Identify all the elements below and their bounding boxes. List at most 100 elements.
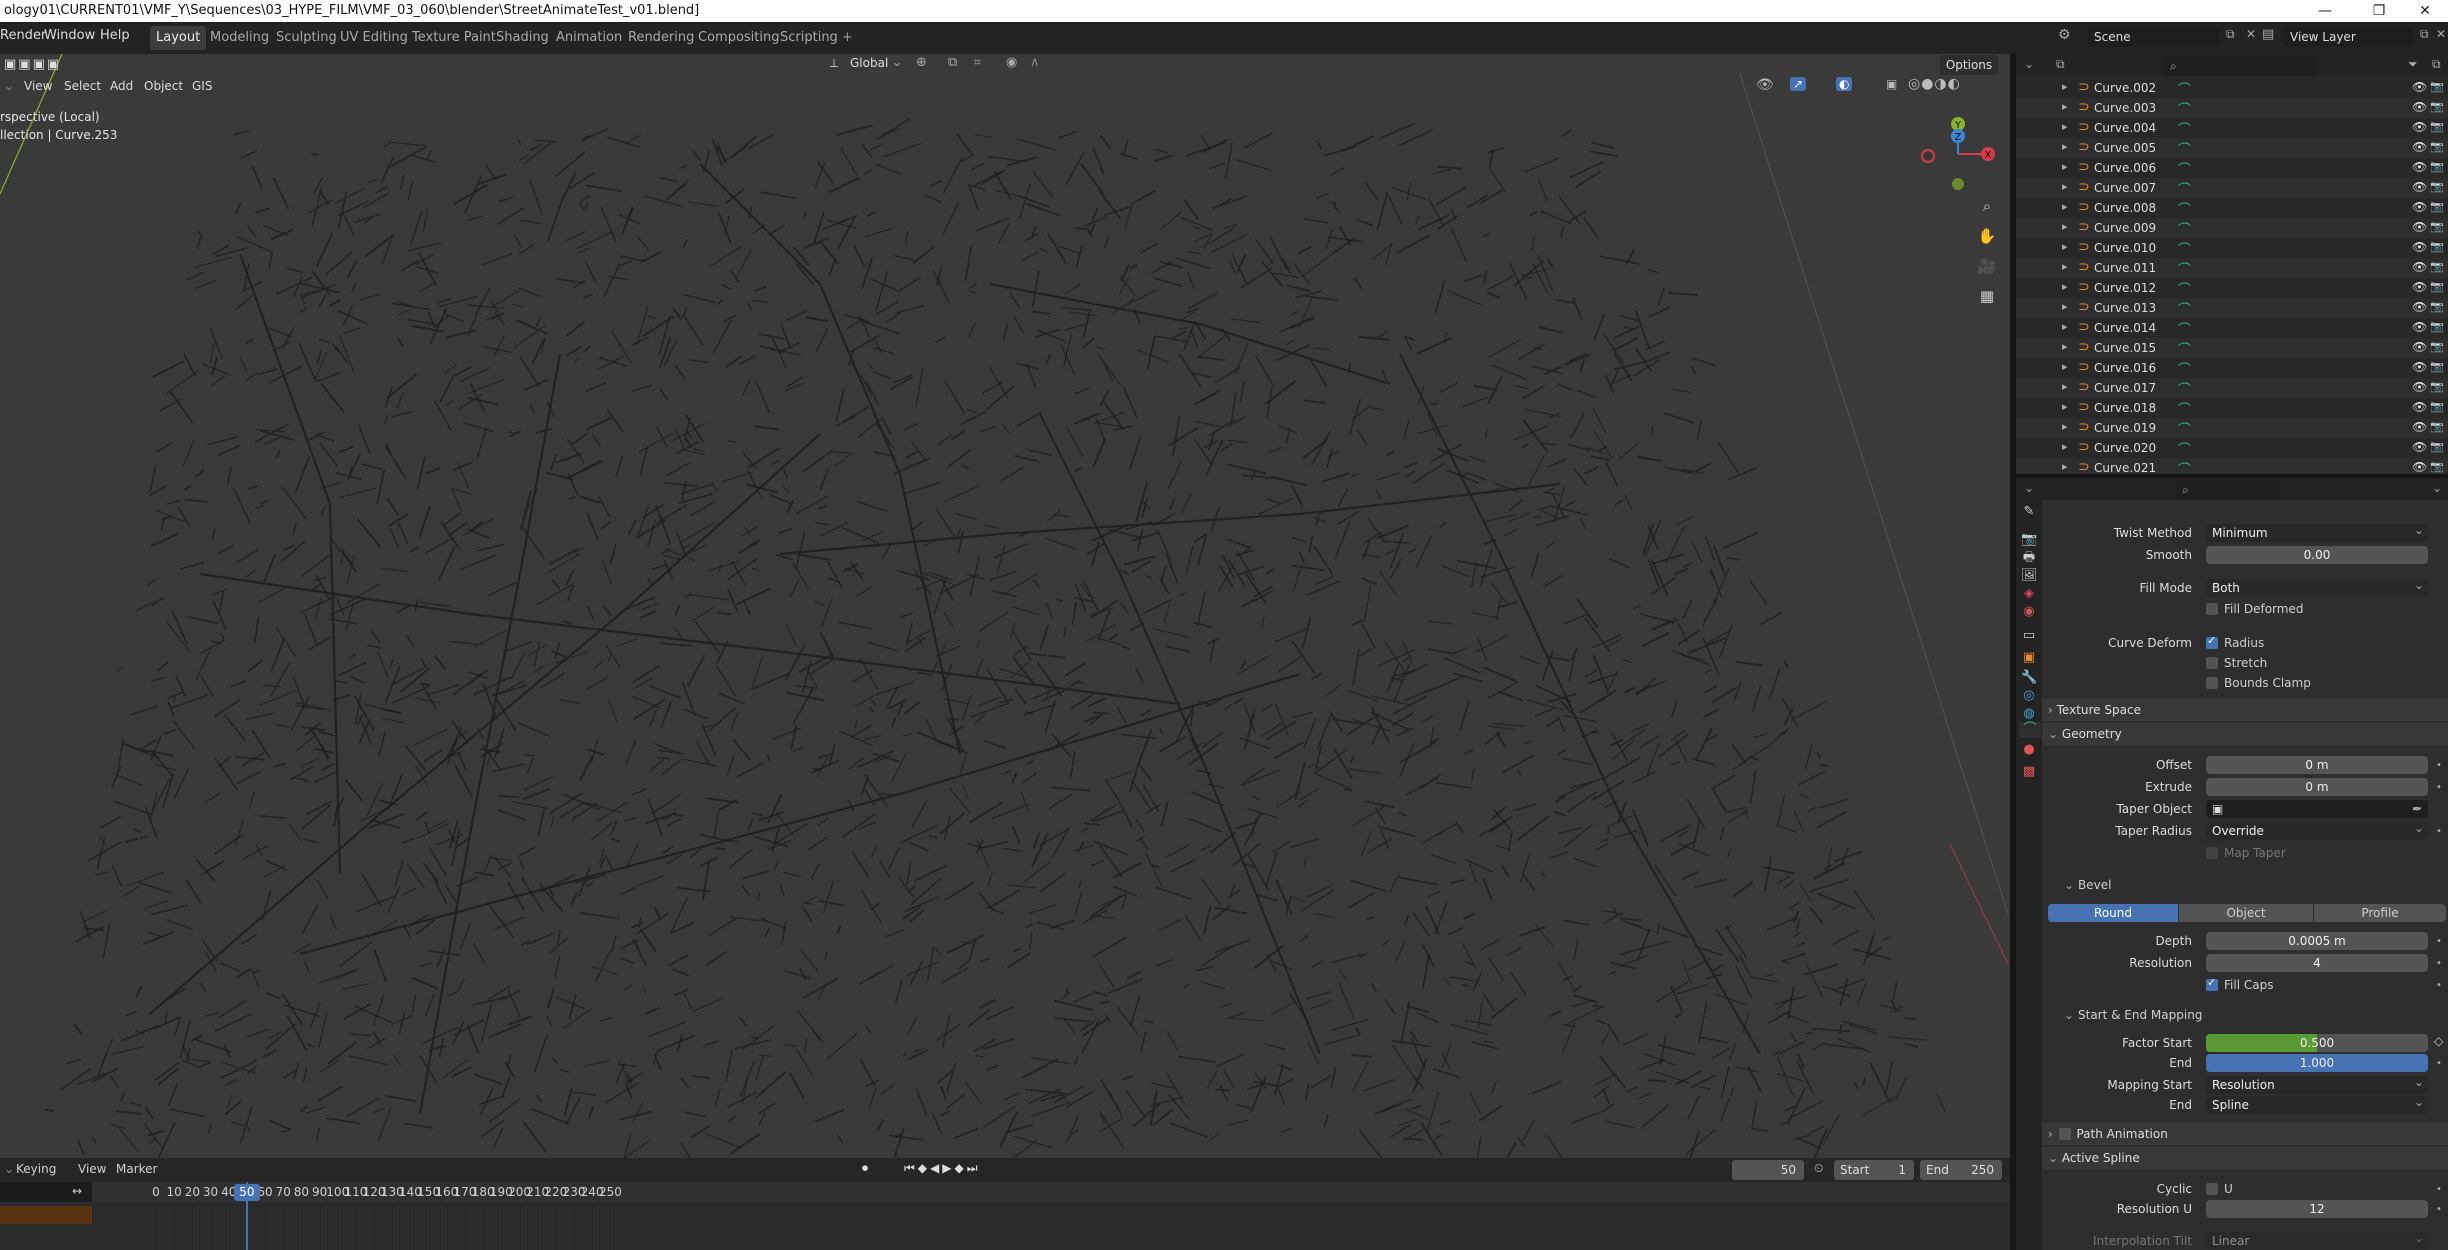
eye-icon[interactable]: 👁 [2412,80,2427,94]
outliner-search[interactable]: ⌕ [2164,56,2316,76]
twist-method-dropdown[interactable]: Minimum [2206,521,2428,542]
eye-icon[interactable]: 👁 [2412,200,2427,214]
outliner-row[interactable]: ▸ ⊃ Curve.010 ⌒ 👁 📷 [2016,238,2448,258]
expand-arrow-icon[interactable]: ▸ [2062,300,2068,313]
camera-render-icon[interactable]: 📷 [2430,460,2444,473]
curve-data-icon[interactable]: ⌒ [2178,259,2191,278]
curve-data-icon[interactable]: ⌒ [2178,339,2191,358]
keyframe-dot-icon[interactable]: • [2436,936,2442,947]
tab-scripting[interactable]: Scripting [774,26,844,50]
particles-tab-icon[interactable]: ◎ [2021,688,2037,704]
transform-orientation[interactable]: Global [850,56,888,70]
texture-space-panel[interactable]: › Texture Space [2042,699,2448,721]
outliner-row[interactable]: ▸ ⊃ Curve.016 ⌒ 👁 📷 [2016,358,2448,378]
taper-object-field[interactable]: ▣ ✒ [2206,797,2428,818]
camera-render-icon[interactable]: 📷 [2430,140,2444,153]
outliner-row[interactable]: ▸ ⊃ Curve.015 ⌒ 👁 📷 [2016,338,2448,358]
curve-data-icon[interactable]: ⌒ [2178,299,2191,318]
curve-data-icon[interactable]: ⌒ [2178,139,2191,158]
expand-arrow-icon[interactable]: ▸ [2062,240,2068,253]
timeline-menu-keying[interactable]: Keying [16,1162,56,1176]
expand-arrow-icon[interactable]: ▸ [2062,460,2068,473]
eye-icon[interactable]: 👁 [2412,460,2427,474]
map-taper-checkbox[interactable] [2206,847,2218,859]
bevel-round-button[interactable]: Round [2048,904,2178,922]
eye-icon[interactable]: 👁 [2412,180,2427,194]
camera-render-icon[interactable]: 📷 [2430,440,2444,453]
expand-arrow-icon[interactable]: ▸ [2062,340,2068,353]
snap-icon[interactable]: ⧉ [948,55,957,70]
viewport-menu-gis[interactable]: GIS [192,79,212,93]
outliner-row[interactable]: ▸ ⊃ Curve.005 ⌒ 👁 📷 [2016,138,2448,158]
outliner-row[interactable]: ▸ ⊃ Curve.009 ⌒ 👁 📷 [2016,218,2448,238]
physics-tab-icon[interactable]: ◍ [2021,706,2037,722]
current-frame-field[interactable]: 50 [1732,1160,1804,1180]
expand-arrow-icon[interactable]: ▸ [2062,380,2068,393]
eye-icon[interactable]: 👁 [2412,160,2427,174]
select-mode-icons[interactable]: ▣▣▣▣ [4,57,61,72]
keyframe-dot-icon[interactable]: • [2436,958,2442,969]
camera-render-icon[interactable]: 📷 [2430,260,2444,273]
tab-uv-editing[interactable]: UV Editing [334,26,414,50]
offset-field[interactable]: 0 m [2206,756,2428,774]
expand-arrow-icon[interactable]: ▸ [2062,420,2068,433]
tab-shading[interactable]: Shading [490,26,555,50]
eye-icon[interactable]: 👁 [2412,380,2427,394]
filter-icon[interactable]: ⏷ [2408,57,2418,72]
outliner-row[interactable]: ▸ ⊃ Curve.020 ⌒ 👁 📷 [2016,438,2448,458]
curve-data-icon[interactable]: ⌒ [2178,399,2191,418]
properties-search[interactable]: ⌕ [2176,480,2280,500]
editor-type-icon[interactable]: ⌄ [4,79,14,93]
playback-controls[interactable]: ⏮◆◀▶◆⏭ [904,1161,981,1176]
swap-icon[interactable]: ↔ [72,1184,82,1198]
active-spline-panel[interactable]: ⌄ Active Spline [2042,1147,2448,1169]
outliner-row[interactable]: ▸ ⊃ Curve.014 ⌒ 👁 📷 [2016,318,2448,338]
expand-arrow-icon[interactable]: ▸ [2062,320,2068,333]
close-window-button[interactable]: ✕ [2402,0,2448,22]
area-splitter[interactable] [2010,54,2016,1250]
resolution-u-field[interactable]: 12 [2206,1200,2428,1218]
factor-start-slider[interactable]: 0.500 [2206,1034,2428,1052]
chevron-down-icon[interactable]: ⌄ [2064,1008,2074,1022]
outliner-row[interactable]: ▸ ⊃ Curve.008 ⌒ 👁 📷 [2016,198,2448,218]
render-tab-icon[interactable]: 📷 [2021,532,2037,548]
fill-mode-dropdown[interactable]: Both [2206,576,2428,597]
pivot-icon[interactable]: ⊕ [916,55,927,70]
grid-view-icon[interactable]: ▦ [1973,282,2001,310]
view-layer-tab-icon[interactable]: 🖼 [2021,568,2038,584]
delete-scene-icon[interactable]: ✕ [2246,27,2256,41]
camera-render-icon[interactable]: 📷 [2430,120,2444,133]
curve-data-icon[interactable]: ⌒ [2178,419,2191,438]
keyframe-area[interactable] [92,1202,2010,1250]
visibility-icon[interactable]: 👁 [1756,77,1774,93]
expand-arrow-icon[interactable]: ▸ [2062,160,2068,173]
path-animation-panel[interactable]: › Path Animation [2042,1123,2448,1145]
eye-icon[interactable]: 👁 [2412,300,2427,314]
snap-target-icon[interactable]: ⌗ [974,55,981,70]
camera-render-icon[interactable]: 📷 [2430,380,2444,393]
material-tab-icon[interactable]: ● [2021,742,2037,758]
outliner-row[interactable]: ▸ ⊃ Curve.017 ⌒ 👁 📷 [2016,378,2448,398]
extrude-field[interactable]: 0 m [2206,778,2428,796]
eye-icon[interactable]: 👁 [2412,220,2427,234]
keyframe-dot-icon[interactable]: • [2436,1184,2442,1195]
timeline-menu-marker[interactable]: Marker [116,1162,157,1176]
eye-icon[interactable]: 👁 [2412,280,2427,294]
scene-tab-icon[interactable]: ◈ [2021,586,2037,602]
display-mode-icon[interactable]: ⧉ [2056,57,2065,72]
tab-animation[interactable]: Animation [550,26,628,50]
expand-arrow-icon[interactable]: ▸ [2062,360,2068,373]
expand-arrow-icon[interactable]: ▸ [2062,260,2068,273]
outliner-row[interactable]: ▸ ⊃ Curve.003 ⌒ 👁 📷 [2016,98,2448,118]
modifier-wrench-icon[interactable]: 🔧 [2021,670,2037,686]
geometry-panel[interactable]: ⌄ Geometry [2042,723,2448,745]
start-frame-field[interactable]: Start 1 [1834,1160,1914,1180]
output-tab-icon[interactable]: 🖶 [2021,550,2037,566]
eye-icon[interactable]: 👁 [2412,320,2427,334]
stretch-checkbox[interactable] [2206,657,2218,669]
fill-deformed-checkbox[interactable] [2206,603,2218,615]
taper-radius-dropdown[interactable]: Override [2206,819,2428,840]
camera-render-icon[interactable]: 📷 [2430,280,2444,293]
viewport-menu-add[interactable]: Add [110,79,133,93]
curve-data-icon[interactable]: ⌒ [2178,79,2191,98]
